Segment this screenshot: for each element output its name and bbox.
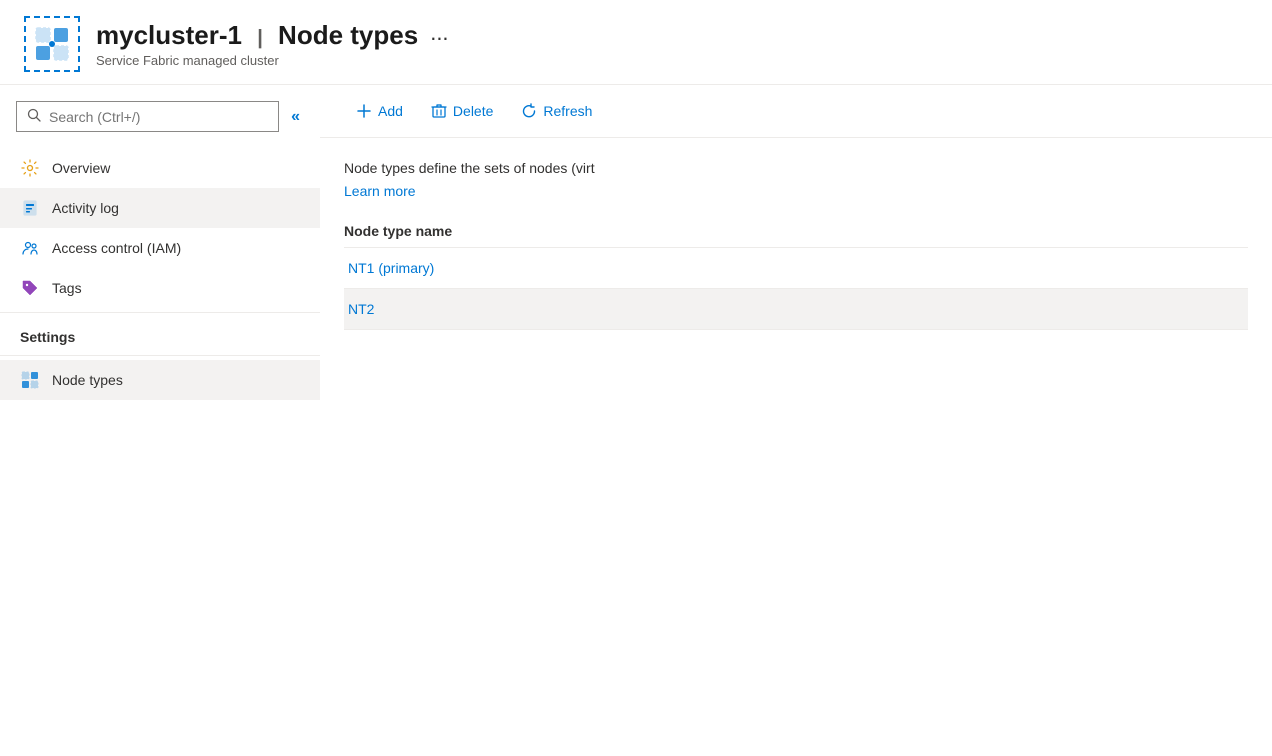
search-input-wrapper[interactable] [16, 101, 279, 132]
right-panel: Add Delete [320, 85, 1272, 756]
more-options-button[interactable]: ... [430, 20, 448, 46]
overview-icon [20, 158, 40, 178]
page-title: mycluster-1 | Node types [96, 20, 418, 51]
page-container: mycluster-1 | Node types Service Fabric … [0, 0, 1272, 756]
cluster-icon-wrapper [24, 16, 80, 72]
refresh-button[interactable]: Refresh [509, 97, 604, 125]
search-bar: « [16, 101, 304, 132]
delete-button[interactable]: Delete [419, 97, 505, 125]
section-name: Node types [278, 20, 418, 50]
sidebar-item-label-overview: Overview [52, 160, 110, 176]
search-input[interactable] [49, 109, 268, 125]
refresh-label: Refresh [543, 103, 592, 119]
node-types-icon [20, 370, 40, 390]
sidebar-item-label-node-types: Node types [52, 372, 123, 388]
delete-icon [431, 103, 447, 119]
table-row[interactable]: NT1 (primary) [344, 248, 1248, 289]
description-text: Node types define the sets of nodes (vir… [344, 158, 1248, 179]
tags-icon [20, 278, 40, 298]
add-label: Add [378, 103, 403, 119]
main-content: « Overview [0, 85, 1272, 756]
learn-more-link[interactable]: Learn more [344, 183, 416, 199]
panel-content: Node types define the sets of nodes (vir… [320, 138, 1272, 756]
settings-section-label: Settings [0, 317, 320, 351]
toolbar: Add Delete [320, 85, 1272, 138]
node-type-nt1-link[interactable]: NT1 (primary) [344, 260, 438, 276]
cluster-icon [34, 26, 70, 62]
node-type-nt2-link[interactable]: NT2 [344, 301, 378, 317]
access-control-icon [20, 238, 40, 258]
add-button[interactable]: Add [344, 97, 415, 125]
sidebar-item-overview[interactable]: Overview [0, 148, 320, 188]
column-header-node-type-name: Node type name [344, 215, 452, 247]
sidebar-item-label-access-control: Access control (IAM) [52, 240, 181, 256]
delete-label: Delete [453, 103, 493, 119]
sidebar-item-activity-log[interactable]: Activity log [0, 188, 320, 228]
settings-divider [0, 312, 320, 313]
resource-type-label: Service Fabric managed cluster [96, 53, 418, 68]
sidebar-item-access-control[interactable]: Access control (IAM) [0, 228, 320, 268]
search-icon [27, 108, 41, 125]
sidebar-item-tags[interactable]: Tags [0, 268, 320, 308]
table-header-row: Node type name [344, 223, 1248, 248]
table-section: Node type name NT1 (primary) NT2 [344, 223, 1248, 330]
refresh-icon [521, 103, 537, 119]
sidebar-item-node-types[interactable]: Node types [0, 360, 320, 400]
header-text-group: mycluster-1 | Node types Service Fabric … [96, 20, 418, 68]
table-row[interactable]: NT2 [344, 289, 1248, 330]
collapse-button[interactable]: « [287, 104, 304, 130]
activity-log-icon [20, 198, 40, 218]
sidebar: « Overview [0, 85, 320, 756]
sidebar-item-label-tags: Tags [52, 280, 82, 296]
page-header: mycluster-1 | Node types Service Fabric … [0, 0, 1272, 85]
settings-under-divider [0, 355, 320, 356]
title-separator: | [257, 27, 263, 49]
add-icon [356, 103, 372, 119]
cluster-name: mycluster-1 [96, 20, 242, 50]
sidebar-item-label-activity-log: Activity log [52, 200, 119, 216]
